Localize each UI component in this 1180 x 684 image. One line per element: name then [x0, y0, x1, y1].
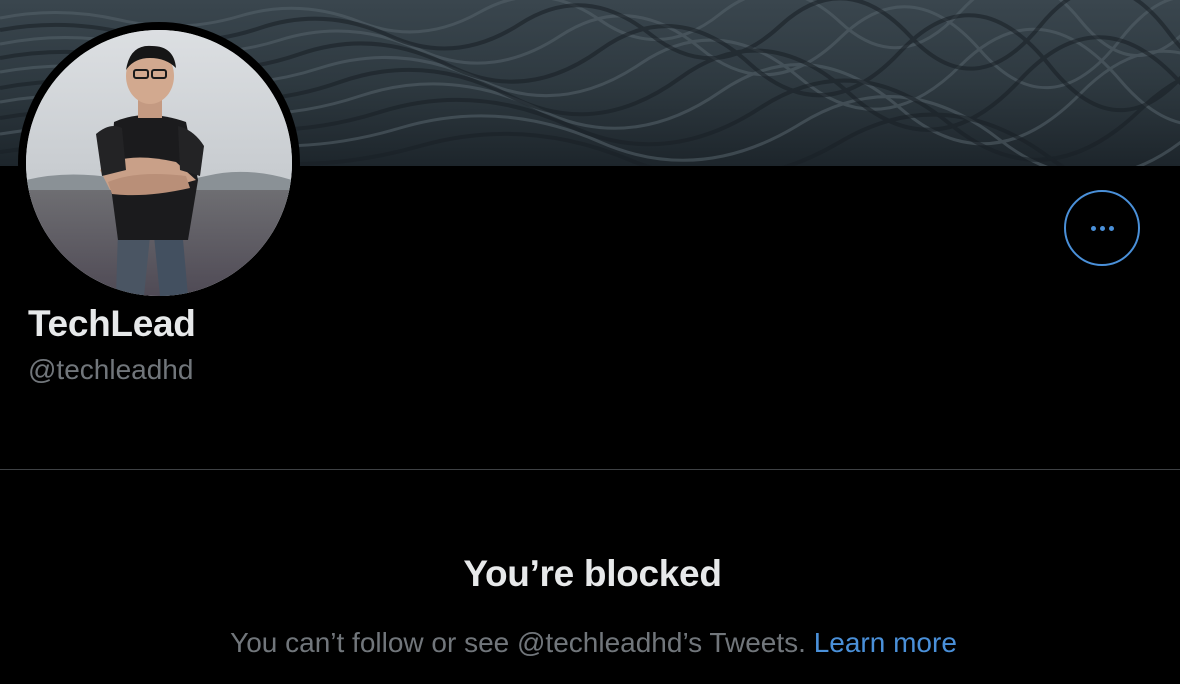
more-options-button[interactable]: [1064, 190, 1140, 266]
profile-display-name: TechLead: [28, 303, 196, 344]
blocked-title: You’re blocked: [463, 553, 722, 594]
blocked-message-text: You can’t follow or see @techleadhd’s Tw…: [230, 627, 806, 658]
profile-handle: @techleadhd: [28, 354, 194, 385]
profile-photo-image: [26, 30, 292, 296]
learn-more-link[interactable]: Learn more: [814, 627, 957, 658]
avatar[interactable]: [26, 30, 292, 296]
more-horizontal-icon: [1090, 225, 1114, 231]
divider: [0, 469, 1180, 470]
blocked-message: You can’t follow or see @techleadhd’s Tw…: [0, 627, 1180, 659]
